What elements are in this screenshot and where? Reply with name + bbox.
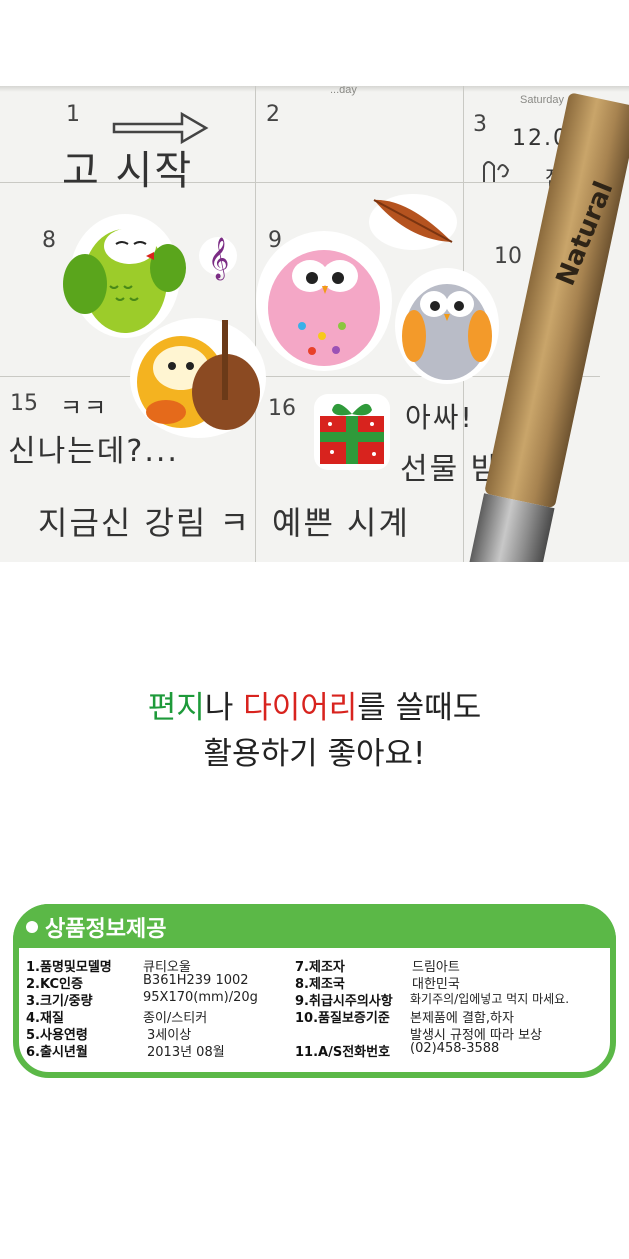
day-number: 3 (473, 112, 487, 137)
day-number: 15 (10, 391, 38, 416)
music-note-sticker: 𝄞 (199, 237, 237, 280)
headline-word-letter: 편지 (147, 690, 205, 726)
info-value: 95X170(mm)/20g (143, 990, 258, 1005)
pen-body (484, 92, 629, 509)
bullet-icon (26, 921, 38, 933)
info-key: 10.품질보증기준 (295, 1011, 390, 1026)
leaf-sticker (369, 194, 457, 250)
weekday-label: ...day (330, 86, 357, 96)
headline-word-diary: 다이어리 (243, 690, 358, 726)
info-value: 2013년 08월 (147, 1045, 225, 1060)
headline-word: 를 쓸때도 (357, 690, 482, 726)
day-number: 2 (266, 102, 280, 127)
product-info-title: 상품정보제공 (45, 917, 167, 942)
svg-text:𝄞: 𝄞 (208, 237, 229, 280)
note-class: 지금신 강림 ㅋ (38, 504, 251, 542)
info-value: (02)458-3588 (410, 1041, 500, 1056)
note-aha: 아싸! (405, 401, 474, 434)
info-value: 화기주의/입에넣고 먹지 마세요. (410, 992, 570, 1006)
info-key: 6.출시년월 (26, 1045, 88, 1060)
note-start: 고 시작 (62, 148, 194, 194)
note-watch: 예쁜 시계 (272, 504, 410, 542)
note-15: ㅋㅋ (60, 394, 109, 422)
headline-line1: 편지나 다이어리를 쓸때도 (0, 682, 629, 727)
product-info-table: 1.품명및모델명 큐티오울 2.KC인증 B361H239 1002 3.크기/… (20, 948, 609, 1071)
headline-line2: 활용하기 좋아요! (203, 736, 426, 772)
photo-shadow (0, 86, 629, 92)
day-number: 1 (66, 102, 80, 127)
product-photo: ...day Saturday 1 2 3 8 9 10 15 16 17 고 … (0, 86, 629, 562)
info-value: B361H239 1002 (143, 973, 249, 988)
headline-word: 나 (204, 690, 244, 726)
gift-sticker (314, 394, 390, 470)
info-key: 11.A/S전화번호 (295, 1045, 391, 1060)
